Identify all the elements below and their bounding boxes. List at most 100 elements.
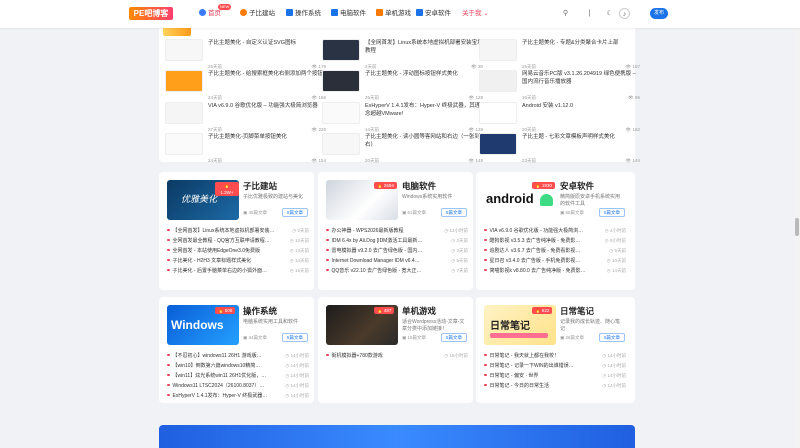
post-list-item[interactable]: 子比主题美化-页脚菜单按钮美化 24天前 👁 154 <box>165 133 326 165</box>
category-description: 适合Wordpress活动-文章-文章分类中添加链接！ <box>402 319 465 332</box>
category-more-button[interactable]: 5篇文章 <box>599 208 625 217</box>
category-post-link[interactable]: 日常笔记 - 我天就上都在我校！ ◷ 14小时前 <box>484 351 626 361</box>
category-post-link[interactable]: 日常笔记 - 今日的日常生活 ◷ 14小时前 <box>484 381 626 391</box>
post-thumbnail[interactable] <box>165 102 203 124</box>
category-post-link[interactable]: 全网首发最全教程 - QQ官方互联申请教程… ◷ 12天前 <box>167 236 309 246</box>
post-thumbnail[interactable] <box>479 39 517 61</box>
category-post-link[interactable]: 雷电模拟器 v9.2.0 去广告绿色版 - 国内… ◷ 3天前 <box>326 246 468 256</box>
scrollbar-thumb[interactable] <box>795 218 799 236</box>
bullet-dot <box>326 268 329 271</box>
category-more-button[interactable]: 5篇文章 <box>441 333 467 342</box>
bell-icon[interactable]: ♪ <box>619 8 630 19</box>
category-post-link[interactable]: 【win11】炫光系统win11 26H1优化版，… ◷ 14小时前 <box>167 371 309 381</box>
post-list-item[interactable]: 子比主题美化 - 自定义认证SVG图标 25天前 👁 179 <box>165 39 326 71</box>
category-more-button[interactable]: 5篇文章 <box>599 333 625 342</box>
category-cover-image[interactable]: 日常笔记 🔥 622 <box>484 305 556 345</box>
post-title[interactable]: ExHyperV 1.4.1发布：Hyper-V 终极武器，其理念超越VMwar… <box>365 102 483 118</box>
post-list-item[interactable]: 子比主题美化 - 浮动图标按钮样式美化 25天前 👁 128 <box>322 70 483 102</box>
category-title[interactable]: 子比建站 <box>243 180 277 192</box>
new-badge: NEW <box>218 4 232 10</box>
category-post-link[interactable]: 街机模拟器+780款游戏 ◷ 15小时前 <box>326 351 468 361</box>
category-post-link[interactable]: IDM 6.4x by Ali.Dog [IDM激活工具最新… ◷ 2天前 <box>326 236 468 246</box>
category-post-link[interactable]: 子比美化 - 后置手脑菜单右边的小狐外面… ◷ 15天前 <box>167 266 309 276</box>
post-title[interactable]: VIA v6.9.0 谷歌优化版 – 功能强大极简浏览器 <box>208 102 326 110</box>
desktop-icon <box>331 9 338 16</box>
category-post-link[interactable]: 【win10】倒数第六篇windows10精简… ◷ 14小时前 <box>167 361 309 371</box>
category-cover-image[interactable]: android 🔥 1930 <box>484 180 556 220</box>
post-thumbnail[interactable] <box>479 133 517 155</box>
category-title[interactable]: 单机游戏 <box>402 305 436 317</box>
site-logo[interactable]: PE吧博客 <box>129 7 173 20</box>
post-thumbnail[interactable] <box>322 70 360 92</box>
post-title[interactable]: Android 安装 v1.12.0 <box>522 102 640 110</box>
category-post-link[interactable]: 酷狗影视 v3.5.3 去广告纯净版 - 免费影… ◷ 5小时前 <box>484 236 626 246</box>
nav-pc-software[interactable]: 电脑软件 <box>331 9 366 19</box>
post-title[interactable]: 子比主题美化 - 浮动图标按钮样式美化 <box>365 70 483 78</box>
post-title[interactable]: 子比主题美化 - 给搜索框美化右侧添加两个按钮 <box>208 70 326 78</box>
nav-os[interactable]: 操作系统 <box>286 9 321 19</box>
category-cover-image[interactable]: 优雅美化 🔥 1.3W+ <box>167 180 239 220</box>
post-thumbnail[interactable] <box>165 39 203 61</box>
post-list-item[interactable]: 【全网首发】Linux系统本地虚拟机部署安装宝塔教程 2天前 👁 30 <box>322 39 483 71</box>
category-title[interactable]: 电脑软件 <box>402 180 436 192</box>
category-post-link[interactable]: 星日召 v3.4.0 去广告版 - 手机免费影视… ◷ 10天前 <box>484 256 626 266</box>
post-title[interactable]: 子比主题美化-页脚菜单按钮美化 <box>208 133 326 141</box>
publish-button[interactable]: 发布 <box>650 8 668 19</box>
search-icon[interactable]: ⚲ <box>560 8 571 19</box>
post-thumbnail[interactable] <box>479 70 517 92</box>
category-post-link[interactable]: 追剧达人 v3.6.7 去广告版 - 免费看影视… ◷ 5天前 <box>484 246 626 256</box>
post-title[interactable]: 子比主题美化 - 读小圆等客网站和右边（一张到右） <box>365 133 483 149</box>
category-title[interactable]: 安卓软件 <box>560 180 594 192</box>
nav-home[interactable]: 首页 <box>199 9 221 19</box>
post-list-item[interactable]: Android 安装 v1.12.0 20天前 👁 162 <box>479 102 640 134</box>
category-post-link[interactable]: 全网首发 - 本站使用EdgeOne3.0免费版 ◷ 13天前 <box>167 246 309 256</box>
category-title[interactable]: 日常笔记 <box>560 305 594 317</box>
category-post-link[interactable]: 子比美化 - H2H3 文章标题样式美化 ◷ 14天前 <box>167 256 309 266</box>
category-cover-image[interactable]: 🔥 487 <box>326 305 398 345</box>
post-title[interactable]: 网易云音乐PC版 v3.1.26.204919 绿色便携版 – 国内流行音乐播放… <box>522 70 640 86</box>
post-time: 25天前 <box>208 64 223 69</box>
category-post-link[interactable]: QQ音乐 v22.10 去广告绿色版 - 宽大正… ◷ 7天前 <box>326 266 468 276</box>
post-title[interactable]: 子比主题美化 - 自定义认证SVG图标 <box>208 39 326 47</box>
bullet-dot <box>484 238 487 241</box>
category-more-button[interactable]: 5篇文章 <box>282 333 308 342</box>
category-post-link[interactable]: 办公神器 - WPS2026最新版教程 ◷ 13小时前 <box>326 226 468 236</box>
category-title[interactable]: 操作系统 <box>243 305 277 317</box>
post-title[interactable]: 子比主题 - 七彩文章模板声明样式美化 <box>522 133 640 141</box>
post-thumbnail[interactable] <box>322 39 360 61</box>
category-cover-image[interactable]: Windows 🔥 508 <box>167 305 239 345</box>
post-list-item[interactable]: ExHyperV 1.4.1发布：Hyper-V 终极武器，其理念超越VMwar… <box>322 102 483 134</box>
post-list-item[interactable]: 子比主题 - 七彩文章模板声明样式美化 23天前 👁 144 <box>479 133 640 165</box>
category-cover-image[interactable]: 🔥 2694 <box>326 180 398 220</box>
post-list-item[interactable]: 子比主题美化 - 给搜索框美化右侧添加两个按钮 24天前 👁 166 <box>165 70 326 102</box>
nav-about[interactable]: 关于我 ⌄ <box>462 9 489 19</box>
promo-banner[interactable] <box>159 425 635 448</box>
post-list-item[interactable]: 子比主题美化 - 专题&分类聚合卡片上部 25天前 👁 157 <box>479 39 640 71</box>
category-post-link[interactable]: Internet Download Manager IDM v6.4… ◷ 5天前 <box>326 256 468 266</box>
category-post-link[interactable]: 【不忍初心】windows11 26H1 游戏版… ◷ 14小时前 <box>167 351 309 361</box>
post-thumbnail[interactable] <box>479 102 517 124</box>
post-thumbnail[interactable] <box>322 102 360 124</box>
moon-icon[interactable]: ☾ <box>604 8 615 19</box>
category-post-link[interactable]: Windows11 LTSC2024（26100.8037）… ◷ 14小时前 <box>167 381 309 391</box>
category-post-link[interactable]: 简喵影视k v8.80.0 去广告纯净版 - 免费影… ◷ 14天前 <box>484 266 626 276</box>
scrollbar[interactable] <box>794 0 800 448</box>
category-post-link[interactable]: ExHyperV 1.4.1发布：Hyper-V 终极武器… ◷ 14小时前 <box>167 391 309 401</box>
post-title[interactable]: 子比主题美化 - 专题&分类聚合卡片上部 <box>522 39 640 47</box>
post-thumbnail[interactable] <box>165 133 203 155</box>
category-more-button[interactable]: 5篇文章 <box>441 208 467 217</box>
post-list-item[interactable]: VIA v6.9.0 谷歌优化版 – 功能强大极简浏览器 27天前 👁 226 <box>165 102 326 134</box>
nav-games[interactable]: 单机游戏 <box>376 9 411 19</box>
post-list-item[interactable]: 子比主题美化 - 读小圆等客网站和右边（一张到右） 20天前 👁 149 <box>322 133 483 165</box>
post-list-item[interactable]: 网易云音乐PC版 v3.1.26.204919 绿色便携版 – 国内流行音乐播放… <box>479 70 640 102</box>
nav-android[interactable]: 安卓软件 <box>416 9 451 19</box>
category-post-link[interactable]: VIA v6.9.0 谷歌优化版 - 功能强大极简浏… ◷ 4小时前 <box>484 226 626 236</box>
post-title[interactable]: 【全网首发】Linux系统本地虚拟机部署安装宝塔教程 <box>365 39 483 55</box>
post-thumbnail[interactable] <box>165 70 203 92</box>
nav-zibi[interactable]: 子比建站 <box>240 9 275 19</box>
category-post-link[interactable]: 日常笔记 - 偏安 · 世界 ◷ 14小时前 <box>484 371 626 381</box>
category-more-button[interactable]: 5篇文章 <box>282 208 308 217</box>
category-post-link[interactable]: 日常笔记 - 记录一下WIN的出谁错误… ◷ 14小时前 <box>484 361 626 371</box>
post-thumbnail[interactable] <box>322 133 360 155</box>
category-post-link[interactable]: 【全网首发】Linux系统本地虚拟机部署安装… ◷ 2天前 <box>167 226 309 236</box>
